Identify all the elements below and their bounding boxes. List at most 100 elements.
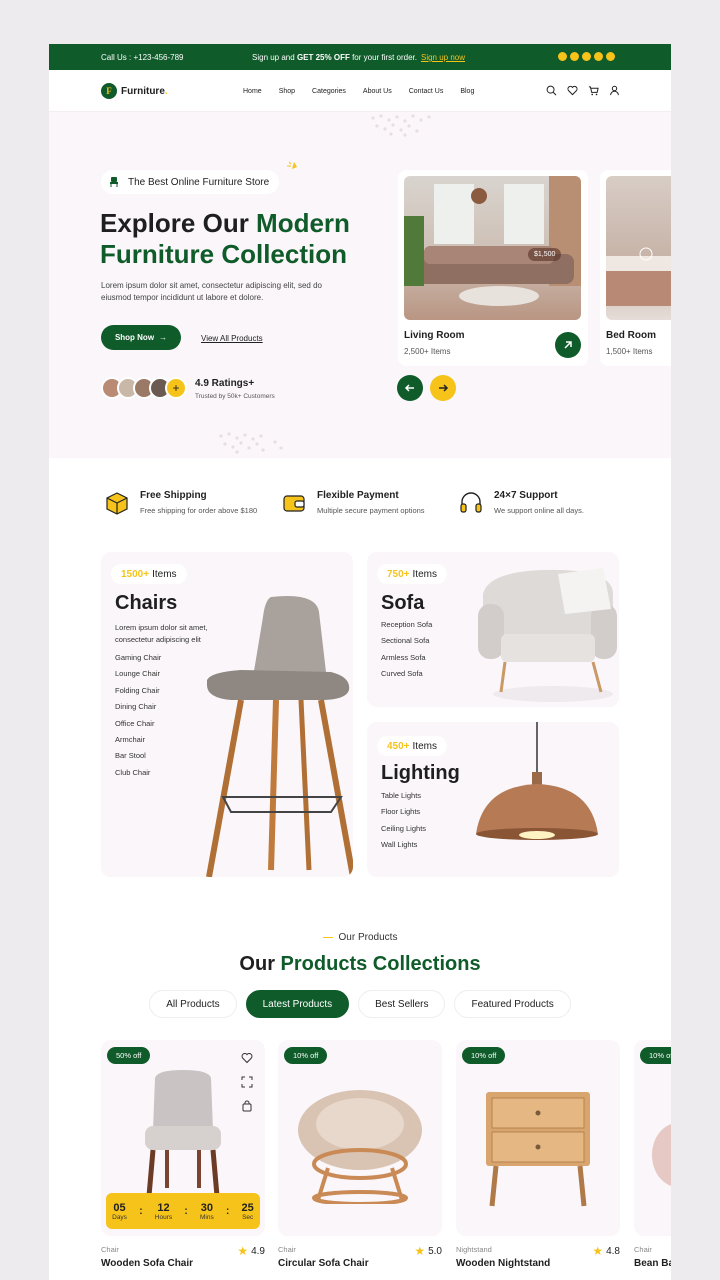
category-subitem[interactable]: Bar Stool [115, 751, 161, 767]
category-card-sofa[interactable]: 750+ Items Sofa Reception Sofa Sectional … [367, 552, 619, 707]
product-card[interactable]: 10% off [456, 1040, 620, 1236]
star-icon: ★ [237, 1244, 249, 1258]
store-tagline-pill: The Best Online Furniture Store [101, 170, 280, 194]
product-name[interactable]: Wooden Nightstand [456, 1258, 550, 1269]
star-icon: ★ [592, 1244, 604, 1258]
view-all-products-link[interactable]: View All Products [201, 334, 263, 343]
hero-description: Lorem ipsum dolor sit amet, consectetur … [101, 281, 322, 302]
product-name[interactable]: Bean Bag [634, 1258, 671, 1269]
user-icon[interactable] [609, 85, 620, 96]
dot-pattern-decoration [219, 432, 283, 454]
logo[interactable]: F Furniture. [101, 83, 168, 99]
youtube-icon[interactable] [606, 52, 615, 61]
category-count-label: Items [152, 568, 177, 580]
category-subitem[interactable]: Office Chair [115, 719, 161, 735]
top-bar: Call Us : +123-456-789 Sign up and GET 2… [49, 44, 671, 70]
category-subitem[interactable]: Lounge Chair [115, 669, 161, 685]
category-card-chairs[interactable]: 1500+ Items Chairs Lorem ipsum dolor sit … [101, 552, 353, 877]
product-rating: ★ 5.0 [414, 1244, 442, 1258]
product-tabs: All Products Latest Products Best Seller… [49, 990, 671, 1018]
nav-item-about[interactable]: About Us [363, 88, 392, 95]
product-name[interactable]: Wooden Sofa Chair [101, 1258, 193, 1269]
social-links [558, 52, 615, 61]
tab-all-products[interactable]: All Products [149, 990, 237, 1018]
product-category: Chair [634, 1245, 652, 1254]
products-title: Our Products Collections [49, 953, 671, 976]
product-rating: ★ 4.8 [592, 1244, 620, 1258]
heart-icon[interactable] [567, 85, 578, 96]
category-subitem[interactable]: Gaming Chair [115, 653, 161, 669]
room-title: Living Room [404, 330, 465, 341]
price-tag[interactable]: $1,500 [528, 248, 562, 261]
category-subitem[interactable]: Sectional Sofa [381, 636, 432, 652]
category-subitem[interactable]: Club Chair [115, 768, 161, 784]
category-subitem[interactable]: Reception Sofa [381, 620, 432, 636]
category-name: Chairs [115, 592, 178, 614]
instagram-icon[interactable] [594, 52, 603, 61]
main-nav: F Furniture. Home Shop Categories About … [49, 70, 671, 112]
tab-latest-products[interactable]: Latest Products [245, 990, 350, 1018]
slider-next-button[interactable] [430, 375, 456, 401]
room-link-button[interactable] [555, 332, 581, 358]
arrow-left-icon [404, 384, 414, 392]
nav-item-categories[interactable]: Categories [312, 88, 346, 95]
more-avatars-button[interactable]: + [165, 377, 187, 399]
box-icon [106, 492, 128, 515]
category-subitem[interactable]: Floor Lights [381, 807, 426, 823]
shopping-bag-icon[interactable] [241, 1100, 253, 1112]
slider-prev-button[interactable] [397, 375, 423, 401]
product-category: Chair [101, 1245, 119, 1254]
expand-icon[interactable] [241, 1076, 253, 1088]
shop-now-button[interactable]: Shop Now → [101, 325, 181, 350]
product-card[interactable]: 50% off 05 Days : 12 Hours : 30 Mins : 25 Se… [101, 1040, 265, 1236]
category-subitem[interactable]: Armless Sofa [381, 653, 432, 669]
category-count-badge: 750+ Items [377, 564, 447, 584]
rating-value: 4.9 [251, 1245, 265, 1257]
timer-hours: 12 Hours [155, 1202, 172, 1221]
product-card[interactable]: 10% off [278, 1040, 442, 1236]
nightstand-image [486, 1092, 590, 1207]
countdown-timer: 05 Days : 12 Hours : 30 Mins : 25 Sec [106, 1193, 260, 1229]
room-card-living[interactable]: $1,500 Living Room 2,500+ Items [398, 170, 588, 366]
category-subitem[interactable]: Dining Chair [115, 702, 161, 718]
category-subitems: Table Lights Floor Lights Ceiling Lights… [381, 791, 426, 857]
nav-item-shop[interactable]: Shop [279, 88, 295, 95]
category-count: 1500+ [121, 568, 150, 580]
pinterest-icon[interactable] [582, 52, 591, 61]
signup-link[interactable]: Sign up now [421, 53, 465, 62]
feature-title: Free Shipping [140, 490, 207, 501]
product-rating: ★ 4.9 [237, 1244, 265, 1258]
category-subitem[interactable]: Ceiling Lights [381, 824, 426, 840]
room-card-bedroom[interactable]: Bed Room 1,500+ Items [600, 170, 671, 366]
category-subitem[interactable]: Wall Lights [381, 840, 426, 856]
promo-bold: GET 25% OFF [296, 53, 350, 62]
category-subitem[interactable]: Curved Sofa [381, 669, 432, 685]
tab-best-sellers[interactable]: Best Sellers [358, 990, 446, 1018]
category-subitem[interactable]: Armchair [115, 735, 161, 751]
nav-item-home[interactable]: Home [243, 88, 262, 95]
nav-item-blog[interactable]: Blog [460, 88, 474, 95]
arrow-up-right-icon [564, 341, 572, 349]
nav-item-contact[interactable]: Contact Us [409, 88, 444, 95]
dot-pattern-decoration [371, 114, 431, 137]
category-subitem[interactable]: Table Lights [381, 791, 426, 807]
tab-featured-products[interactable]: Featured Products [454, 990, 571, 1018]
wishlist-heart-icon[interactable] [241, 1052, 253, 1064]
search-icon[interactable] [546, 85, 557, 96]
timer-label: Mins [199, 1213, 214, 1221]
feature-subtitle: We support online all days. [494, 506, 584, 515]
product-card[interactable]: 10% off [634, 1040, 671, 1236]
timer-separator: : [139, 1205, 143, 1217]
logo-text: Furniture. [121, 86, 168, 97]
hero-title-part1: Explore Our [100, 208, 257, 238]
product-name[interactable]: Circular Sofa Chair [278, 1258, 369, 1269]
chair-icon [110, 177, 118, 187]
facebook-icon[interactable] [558, 52, 567, 61]
category-subitem[interactable]: Folding Chair [115, 686, 161, 702]
call-us-text: Call Us : +123-456-789 [101, 53, 184, 62]
cart-icon[interactable] [588, 85, 599, 96]
twitter-icon[interactable] [570, 52, 579, 61]
category-card-lighting[interactable]: 450+ Items Lighting Table Lights Floor Li… [367, 722, 619, 877]
trusted-text: Trusted by 50k+ Customers [195, 393, 275, 400]
products-title-part1: Our [239, 953, 281, 975]
